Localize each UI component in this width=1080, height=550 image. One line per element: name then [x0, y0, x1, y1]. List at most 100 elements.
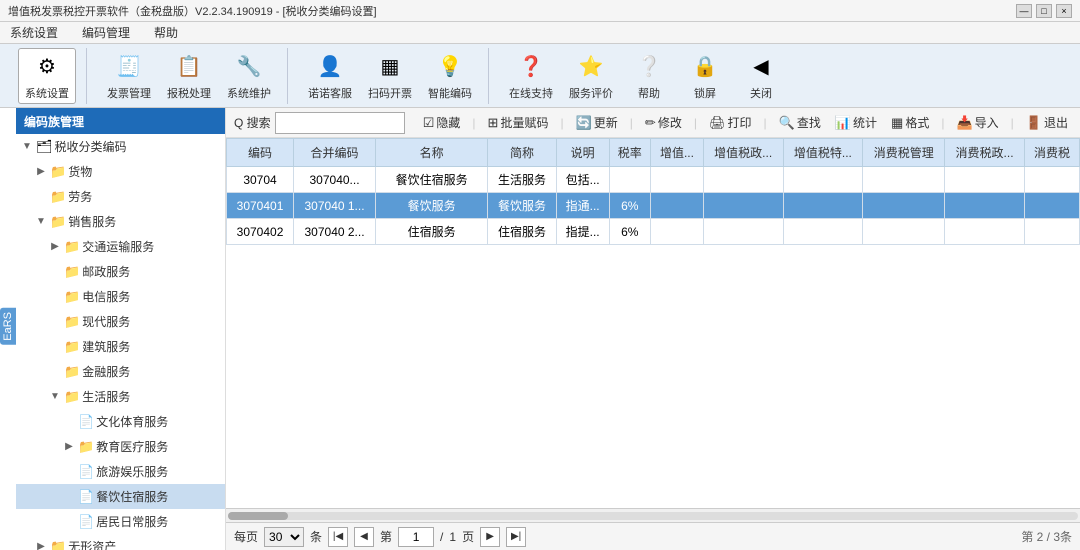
cell-merge-3: 307040 2...	[294, 219, 376, 245]
modify-btn[interactable]: ✏ 修改	[641, 112, 686, 133]
next-page-btn[interactable]: ▶	[480, 527, 500, 547]
tree-item-intangible[interactable]: ▶ 📁 无形资产	[16, 534, 225, 550]
tree-toggle-goods[interactable]: ▶	[34, 165, 48, 179]
toolbar-customer-service[interactable]: 👤 诺诺客服	[302, 49, 358, 103]
cell-vat1-1	[651, 167, 704, 193]
cell-code-2: 3070401	[227, 193, 294, 219]
toolbar-invoice-mgmt[interactable]: 🧾 发票管理	[101, 49, 157, 103]
of-label: /	[440, 530, 443, 544]
tree-item-residents[interactable]: ▶ 📄 居民日常服务	[16, 509, 225, 534]
lock-icon: 🔒	[689, 51, 721, 83]
print-btn[interactable]: 🖨 打印	[705, 112, 756, 133]
table-row[interactable]: 3070402 307040 2... 住宿服务 住宿服务 指提... 6%	[227, 219, 1080, 245]
page-size-select[interactable]: 30 50 100	[264, 527, 304, 547]
col-vat1: 增值...	[651, 139, 704, 167]
toolbar-online-support[interactable]: ❓ 在线支持	[503, 49, 559, 103]
toolbar-close[interactable]: ◀ 关闭	[735, 49, 787, 103]
grid-btn[interactable]: ▦ 格式	[887, 112, 933, 133]
stats-btn[interactable]: 📊 统计	[831, 112, 881, 133]
tree-item-post[interactable]: ▶ 📁 邮政服务	[16, 259, 225, 284]
tree-item-life[interactable]: ▼ 📁 生活服务	[16, 384, 225, 409]
first-page-btn[interactable]: |◀	[328, 527, 348, 547]
toolbar-smart-code[interactable]: 💡 智能编码	[422, 49, 478, 103]
toolbar-rating-label: 服务评价	[569, 85, 613, 101]
maximize-button[interactable]: □	[1036, 4, 1052, 18]
menu-code-management[interactable]: 编码管理	[76, 22, 136, 43]
cell-rate-1	[609, 167, 651, 193]
toolbar-invoice-label: 发票管理	[107, 85, 151, 101]
tree-item-sales[interactable]: ▼ 📁 销售服务	[16, 209, 225, 234]
scroll-thumb[interactable]	[228, 512, 288, 520]
import-icon: 📥	[956, 115, 972, 131]
tree-toggle-education[interactable]: ▶	[62, 440, 76, 454]
col-consume: 消费税	[1024, 139, 1079, 167]
prev-page-btn[interactable]: ◀	[354, 527, 374, 547]
table-row[interactable]: 30704 307040... 餐饮住宿服务 生活服务 包括...	[227, 167, 1080, 193]
tree-item-construct[interactable]: ▶ 📁 建筑服务	[16, 334, 225, 359]
horizontal-scrollbar[interactable]	[226, 508, 1080, 522]
update-btn[interactable]: 🔄 更新	[572, 112, 622, 133]
exit-btn[interactable]: 🚪 退出	[1022, 112, 1072, 133]
close-button[interactable]: ×	[1056, 4, 1072, 18]
tree-item-goods[interactable]: ▶ 📁 货物	[16, 159, 225, 184]
tree-item-culture[interactable]: ▶ 📄 文化体育服务	[16, 409, 225, 434]
tree-item-tourism[interactable]: ▶ 📄 旅游娱乐服务	[16, 459, 225, 484]
toolbar-system-maintenance[interactable]: 🔧 系统维护	[221, 49, 277, 103]
tree-toggle-life[interactable]: ▼	[48, 390, 62, 404]
toolbar-help-label: 帮助	[638, 85, 660, 101]
toolbar-service-rating[interactable]: ⭐ 服务评价	[563, 49, 619, 103]
toolbar-online-label: 在线支持	[509, 85, 553, 101]
title-text: 增值税发票税控开票软件（金税盘版）V2.2.34.190919 - [税收分类编…	[8, 3, 377, 19]
query-icon: 🔍	[779, 115, 795, 131]
tree-label-intangible: 无形资产	[68, 538, 116, 550]
toolbar-system-settings[interactable]: ⚙ 系统设置	[18, 48, 76, 104]
footer: 每页 30 50 100 条 |◀ ◀ 第 / 1 页 ▶ ▶| 第 2 / 3…	[226, 522, 1080, 550]
actions-bar: Q 搜索 ☑ 隐藏 | ⊞ 批量赋码 | 🔄 更新 |	[226, 108, 1080, 138]
toolbar-lock-screen[interactable]: 🔒 锁屏	[679, 49, 731, 103]
import-btn[interactable]: 📥 导入	[952, 112, 1002, 133]
tree-toggle-intangible[interactable]: ▶	[34, 540, 48, 550]
tree-item-catering[interactable]: ▶ 📄 餐饮住宿服务	[16, 484, 225, 509]
tree-item-root[interactable]: ▼ 🗂 税收分类编码	[16, 134, 225, 159]
menu-system-settings[interactable]: 系统设置	[4, 22, 64, 43]
import-label: 导入	[975, 114, 999, 131]
minimize-button[interactable]: —	[1016, 4, 1032, 18]
sidebar: 编码族管理 ▼ 🗂 税收分类编码 ▶ 📁 货物	[16, 108, 226, 550]
hide-label: 隐藏	[436, 114, 460, 131]
tree-item-telecom[interactable]: ▶ 📁 电信服务	[16, 284, 225, 309]
toolbar-tax-processing[interactable]: 📋 报税处理	[161, 49, 217, 103]
tree-toggle-root[interactable]: ▼	[20, 140, 34, 154]
tree-toggle-transport[interactable]: ▶	[48, 240, 62, 254]
last-page-btn[interactable]: ▶|	[506, 527, 526, 547]
menu-help[interactable]: 帮助	[148, 22, 184, 43]
query-btn[interactable]: 🔍 查找	[775, 112, 825, 133]
hide-btn[interactable]: ☑ 隐藏	[419, 112, 465, 133]
page-input[interactable]	[398, 527, 434, 547]
col-name: 名称	[376, 139, 488, 167]
tree-item-labor[interactable]: ▶ 📁 劳务	[16, 184, 225, 209]
tree-item-education[interactable]: ▶ 📁 教育医疗服务	[16, 434, 225, 459]
online-support-icon: ❓	[515, 51, 547, 83]
col-merge-code: 合并编码	[294, 139, 376, 167]
tree-toggle-sales[interactable]: ▼	[34, 215, 48, 229]
toolbar-close-label: 关闭	[750, 85, 772, 101]
search-input[interactable]	[275, 112, 405, 134]
tree-item-modern[interactable]: ▶ 📁 现代服务	[16, 309, 225, 334]
toolbar-lock-label: 锁屏	[694, 85, 716, 101]
table-header-row: 编码 合并编码 名称 简称 说明 税率 增值... 增值税政... 增值税特..…	[227, 139, 1080, 167]
col-code: 编码	[227, 139, 294, 167]
total-pages: 1	[449, 530, 456, 544]
toolbar-scan-label: 扫码开票	[368, 85, 412, 101]
cell-desc-2: 指通...	[556, 193, 609, 219]
batch-icon: ⊞	[488, 115, 499, 131]
toolbar-group-3: 👤 诺诺客服 ▦ 扫码开票 💡 智能编码	[292, 48, 489, 104]
toolbar-scan-invoice[interactable]: ▦ 扫码开票	[362, 49, 418, 103]
batch-btn[interactable]: ⊞ 批量赋码	[484, 112, 553, 133]
per-page-label: 每页	[234, 528, 258, 545]
tree-item-transport[interactable]: ▶ 📁 交通运输服务	[16, 234, 225, 259]
table-row[interactable]: 3070401 307040 1... 餐饮服务 餐饮服务 指通... 6%	[227, 193, 1080, 219]
tree-item-finance[interactable]: ▶ 📁 金融服务	[16, 359, 225, 384]
toolbar-help[interactable]: ❔ 帮助	[623, 49, 675, 103]
ears-label[interactable]: EaRS	[0, 308, 16, 345]
tree-label-goods: 货物	[68, 163, 92, 180]
